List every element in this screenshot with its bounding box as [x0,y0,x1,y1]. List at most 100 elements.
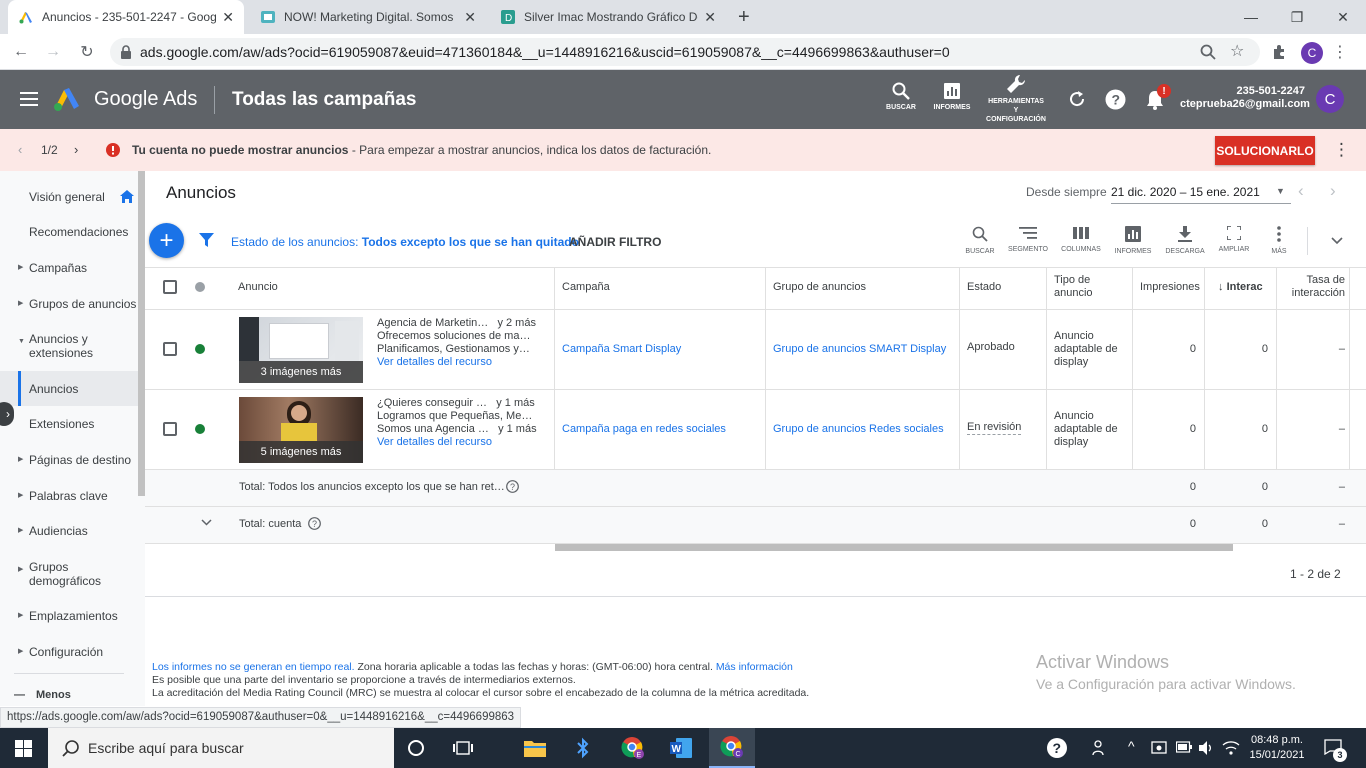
status-enabled-icon[interactable] [195,424,205,434]
campaign-link[interactable]: Campaña Smart Display [562,343,681,356]
toolbar-expand-button[interactable]: AMPLIAR [1212,226,1256,253]
avatar[interactable]: C [1316,85,1344,113]
view-asset-details-link[interactable]: Ver detalles del recurso [377,436,537,449]
wifi-icon[interactable] [1222,739,1240,757]
column-header-campaign[interactable]: Campaña [562,281,610,294]
sidebar-item-demographics[interactable]: ▶ Grupos demográficos [0,560,140,588]
taskbar-search-input[interactable]: Escribe aquí para buscar [48,728,394,768]
sidebar-scrollbar[interactable] [138,171,145,496]
word-icon[interactable]: W [658,728,704,768]
close-window-icon[interactable]: ✕ [1320,0,1366,34]
help-tray-icon[interactable]: ? [1046,737,1068,759]
task-view-icon[interactable] [440,728,486,768]
close-tab-icon[interactable]: ✕ [222,9,234,26]
column-header-interaction-rate[interactable]: Tasa de interacción [1285,274,1345,300]
status-enabled-icon[interactable] [195,344,205,354]
next-notice-icon[interactable]: › [74,142,78,157]
select-all-checkbox[interactable] [163,280,177,294]
column-header-ad[interactable]: Anuncio [238,281,278,294]
status-filter-chip[interactable]: Estado de los anuncios: Todos excepto lo… [231,235,579,249]
add-filter-button[interactable]: AÑADIR FILTRO [569,235,661,249]
bookmark-star-icon[interactable]: ☆ [1230,41,1244,61]
help-icon[interactable]: ? [506,480,519,493]
help-icon[interactable]: ? [308,517,321,530]
sidebar-item-recommendations[interactable]: Recomendaciones [0,225,140,239]
back-icon[interactable]: ← [10,41,32,63]
clock[interactable]: 08:48 p.m. 15/01/2021 [1246,733,1308,763]
profile-avatar[interactable]: C [1301,42,1323,64]
help-icon[interactable]: ? [1105,89,1126,110]
minimize-icon[interactable]: — [1228,0,1274,34]
toolbar-segment-button[interactable]: SEGMENTO [1006,226,1050,253]
column-header-ad-group[interactable]: Grupo de anuncios [773,281,866,294]
tray-chevron-up-icon[interactable]: ^ [1128,738,1135,754]
header-reports-button[interactable]: INFORMES [930,82,974,112]
restore-icon[interactable]: ❐ [1274,0,1320,34]
chrome-profile-c-icon[interactable]: C [709,728,755,768]
refresh-icon[interactable] [1068,90,1086,108]
sidebar-item-overview[interactable]: Visión general [0,190,140,204]
ad-group-link[interactable]: Grupo de anuncios Redes sociales [773,423,944,436]
campaign-link[interactable]: Campaña paga en redes sociales [562,423,726,436]
windows-start-icon[interactable] [15,740,32,757]
table-horizontal-scrollbar[interactable] [555,544,1233,551]
header-search-button[interactable]: BUSCAR [884,82,918,112]
cortana-icon[interactable] [393,728,439,768]
close-tab-icon[interactable]: ✕ [704,9,716,26]
bluetooth-icon[interactable] [560,728,606,768]
toolbar-more-button[interactable]: MÁS [1257,226,1301,255]
ad-group-link[interactable]: Grupo de anuncios SMART Display [773,343,946,356]
add-ad-button[interactable]: + [149,223,184,258]
header-tools-button[interactable]: HERRAMIENTAS Y CONFIGURACIÓN [984,74,1048,124]
sidebar-item-landing-pages[interactable]: ▶ Páginas de destino [0,453,140,467]
reload-icon[interactable]: ↻ [76,41,98,63]
new-tab-icon[interactable]: + [738,6,750,29]
sidebar-item-ads[interactable]: Anuncios [0,371,140,406]
sidebar-item-campaigns[interactable]: ▶ Campañas [0,261,140,275]
sidebar-less-button[interactable]: — Menos [0,688,140,702]
close-tab-icon[interactable]: ✕ [464,9,476,26]
battery-icon[interactable] [1176,741,1192,753]
browser-menu-icon[interactable]: ⋮ [1332,42,1348,62]
file-explorer-icon[interactable] [512,728,558,768]
next-date-icon[interactable]: › [1330,181,1336,201]
ad-image-thumbnail[interactable]: 5 imágenes más [239,397,363,463]
row-checkbox[interactable] [163,422,177,436]
date-range-select[interactable]: 21 dic. 2020 – 15 ene. 2021 ▼ [1111,182,1291,204]
sidebar-item-settings[interactable]: ▶ Configuración [0,645,140,659]
prev-date-icon[interactable]: ‹ [1298,181,1304,201]
column-header-impressions[interactable]: Impresiones [1140,281,1200,294]
toolbar-reports-button[interactable]: INFORMES [1111,226,1155,255]
security-tray-icon[interactable] [1151,740,1167,756]
more-info-link[interactable]: Más información [716,661,793,673]
prev-notice-icon[interactable]: ‹ [18,142,22,157]
zoom-icon[interactable] [1200,44,1216,60]
tab-google-ads[interactable]: Anuncios - 235-501-2247 - Goog ✕ [8,0,244,34]
sidebar-item-extensions[interactable]: Extensiones [0,417,140,431]
tab-silver-imac[interactable]: D Silver Imac Mostrando Gráfico De ✕ [490,0,726,34]
toolbar-columns-button[interactable]: COLUMNAS [1059,226,1103,253]
tab-now-marketing[interactable]: NOW! Marketing Digital. Somos ✕ [250,0,486,34]
reports-realtime-link[interactable]: Los informes no se generan en tiempo rea… [152,661,355,673]
fix-button[interactable]: SOLUCIONARLO [1215,136,1315,165]
sidebar-item-audiences[interactable]: ▶ Audiencias [0,524,140,538]
extensions-icon[interactable] [1271,44,1287,60]
chevron-down-icon[interactable] [201,519,212,526]
forward-icon[interactable]: → [42,41,64,63]
ad-image-thumbnail[interactable]: 3 imágenes más [239,317,363,383]
account-info[interactable]: 235-501-2247 cteprueba26@gmail.com [1180,85,1310,111]
url-input[interactable]: ads.google.com/aw/ads?ocid=619059087&eui… [110,38,1260,66]
sidebar-item-keywords[interactable]: ▶ Palabras clave [0,489,140,503]
chrome-profile-e-icon[interactable]: E [610,728,656,768]
notice-menu-icon[interactable]: ⋮ [1333,140,1350,160]
volume-icon[interactable] [1198,740,1214,756]
toolbar-search-button[interactable]: BUSCAR [958,226,1002,255]
column-header-interactions[interactable]: ↓ Interac [1218,281,1263,294]
sidebar-item-ads-extensions[interactable]: ▼ Anuncios y extensiones [0,332,140,360]
sidebar-item-placements[interactable]: ▶ Emplazamientos [0,609,140,623]
row-checkbox[interactable] [163,342,177,356]
column-header-ad-type[interactable]: Tipo de anuncio [1054,274,1093,300]
sidebar-item-ad-groups[interactable]: ▶ Grupos de anuncios [0,297,140,311]
view-asset-details-link[interactable]: Ver detalles del recurso [377,356,537,369]
toolbar-download-button[interactable]: DESCARGA [1163,226,1207,255]
